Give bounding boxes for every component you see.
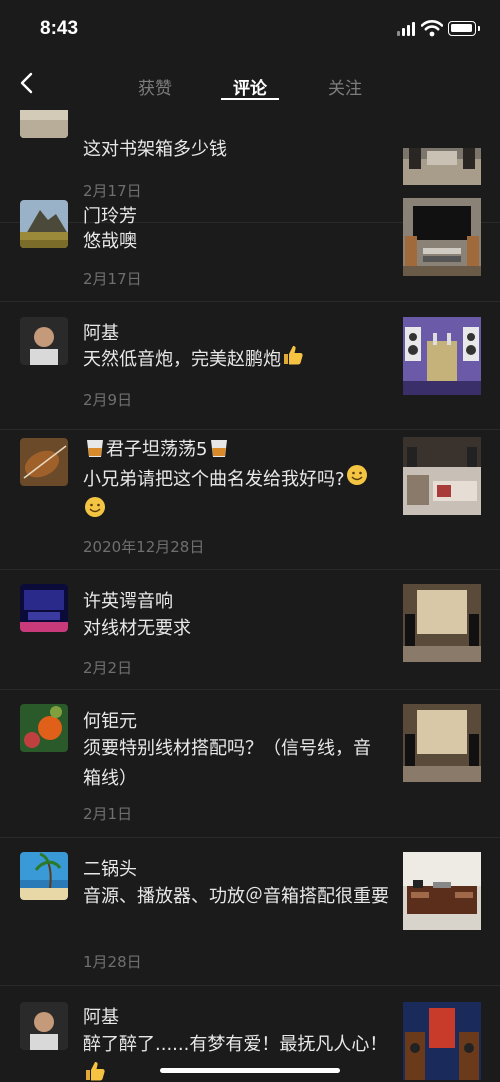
commenter-name[interactable]: 许英谔音响	[83, 587, 173, 613]
comment-item[interactable]: 君子坦荡荡5 小兄弟请把这个曲名发给我好吗? 2020年12月28日	[0, 430, 500, 570]
wifi-icon	[420, 19, 444, 37]
tab-follows[interactable]: 关注	[315, 74, 375, 99]
avatar[interactable]	[20, 704, 68, 752]
commenter-name[interactable]: 阿基	[83, 1003, 119, 1029]
comment-text: 悠哉噢	[83, 231, 137, 252]
battery-icon	[448, 21, 480, 36]
status-bar: 8:43	[0, 0, 500, 58]
post-thumbnail[interactable]	[403, 1002, 481, 1080]
avatar[interactable]	[20, 852, 68, 900]
comment-text: 小兄弟请把这个曲名发给我好吗?	[83, 464, 383, 528]
comment-text: 醉了醉了......有梦有爱！最抚凡人心！	[83, 1030, 393, 1082]
tab-bar: 获赞 评论 关注	[0, 58, 500, 110]
comment-list[interactable]: 这对书架箱多少钱 2月17日 门玲芳 悠哉噢 2月17日 阿基 天然低音炮，完美…	[0, 110, 500, 1082]
comment-date: 2020年12月28日	[83, 538, 205, 556]
comment-date: 2月2日	[83, 659, 133, 677]
post-thumbnail[interactable]	[403, 584, 481, 662]
commenter-name[interactable]: 君子坦荡荡5	[83, 435, 230, 464]
tumbler-glass-emoji	[208, 437, 230, 464]
comment-text: 须要特别线材搭配吗？（信号线，音箱线）	[83, 738, 371, 789]
thumbs-up-emoji	[282, 344, 304, 376]
status-time: 8:43	[40, 18, 79, 39]
smiling-face-emoji	[84, 496, 106, 528]
comment-item[interactable]: 许英谔音响 对线材无要求 2月2日	[0, 570, 500, 690]
avatar[interactable]	[20, 200, 68, 248]
post-thumbnail[interactable]	[403, 704, 481, 782]
comment-date: 1月28日	[83, 953, 142, 971]
comment-text: 对线材无要求	[83, 618, 191, 639]
comment-item[interactable]: 二锅头 音源、播放器、功放＠音箱搭配很重要 1月28日	[0, 838, 500, 986]
avatar[interactable]	[20, 110, 68, 138]
post-thumbnail[interactable]	[403, 317, 481, 395]
post-thumbnail[interactable]	[403, 198, 481, 276]
tumbler-glass-emoji	[84, 437, 106, 464]
comment-item[interactable]: 何钜元 须要特别线材搭配吗？（信号线，音箱线） 2月1日	[0, 690, 500, 838]
smiling-face-emoji	[346, 464, 368, 496]
comment-text: 音源、播放器、功放＠音箱搭配很重要	[83, 886, 389, 907]
avatar[interactable]	[20, 438, 68, 486]
tab-comments[interactable]: 评论	[220, 74, 280, 99]
comment-item[interactable]: 阿基 天然低音炮，完美赵鹏炮 2月9日	[0, 302, 500, 430]
comment-text: 这对书架箱多少钱	[83, 139, 227, 160]
cellular-signal-icon	[397, 22, 415, 36]
avatar[interactable]	[20, 584, 68, 632]
post-thumbnail[interactable]	[403, 437, 481, 515]
thumbs-up-emoji	[84, 1060, 106, 1082]
commenter-name[interactable]: 何钜元	[83, 707, 137, 733]
avatar[interactable]	[20, 317, 68, 365]
comment-item[interactable]: 门玲芳 悠哉噢 2月17日	[0, 192, 500, 302]
active-tab-indicator	[221, 98, 279, 100]
commenter-name[interactable]: 门玲芳	[83, 202, 137, 228]
comment-text: 天然低音炮，完美赵鹏炮	[83, 344, 403, 376]
tab-likes[interactable]: 获赞	[125, 74, 185, 99]
home-indicator[interactable]	[160, 1068, 340, 1073]
comment-date: 2月9日	[83, 391, 133, 409]
avatar[interactable]	[20, 1002, 68, 1050]
comment-date: 2月17日	[83, 270, 142, 288]
comment-date: 2月1日	[83, 805, 133, 823]
post-thumbnail[interactable]	[403, 148, 481, 185]
commenter-name[interactable]: 阿基	[83, 319, 119, 345]
header: 获赞 评论 关注	[0, 58, 500, 110]
commenter-name[interactable]: 二锅头	[83, 855, 137, 881]
post-thumbnail[interactable]	[403, 852, 481, 930]
